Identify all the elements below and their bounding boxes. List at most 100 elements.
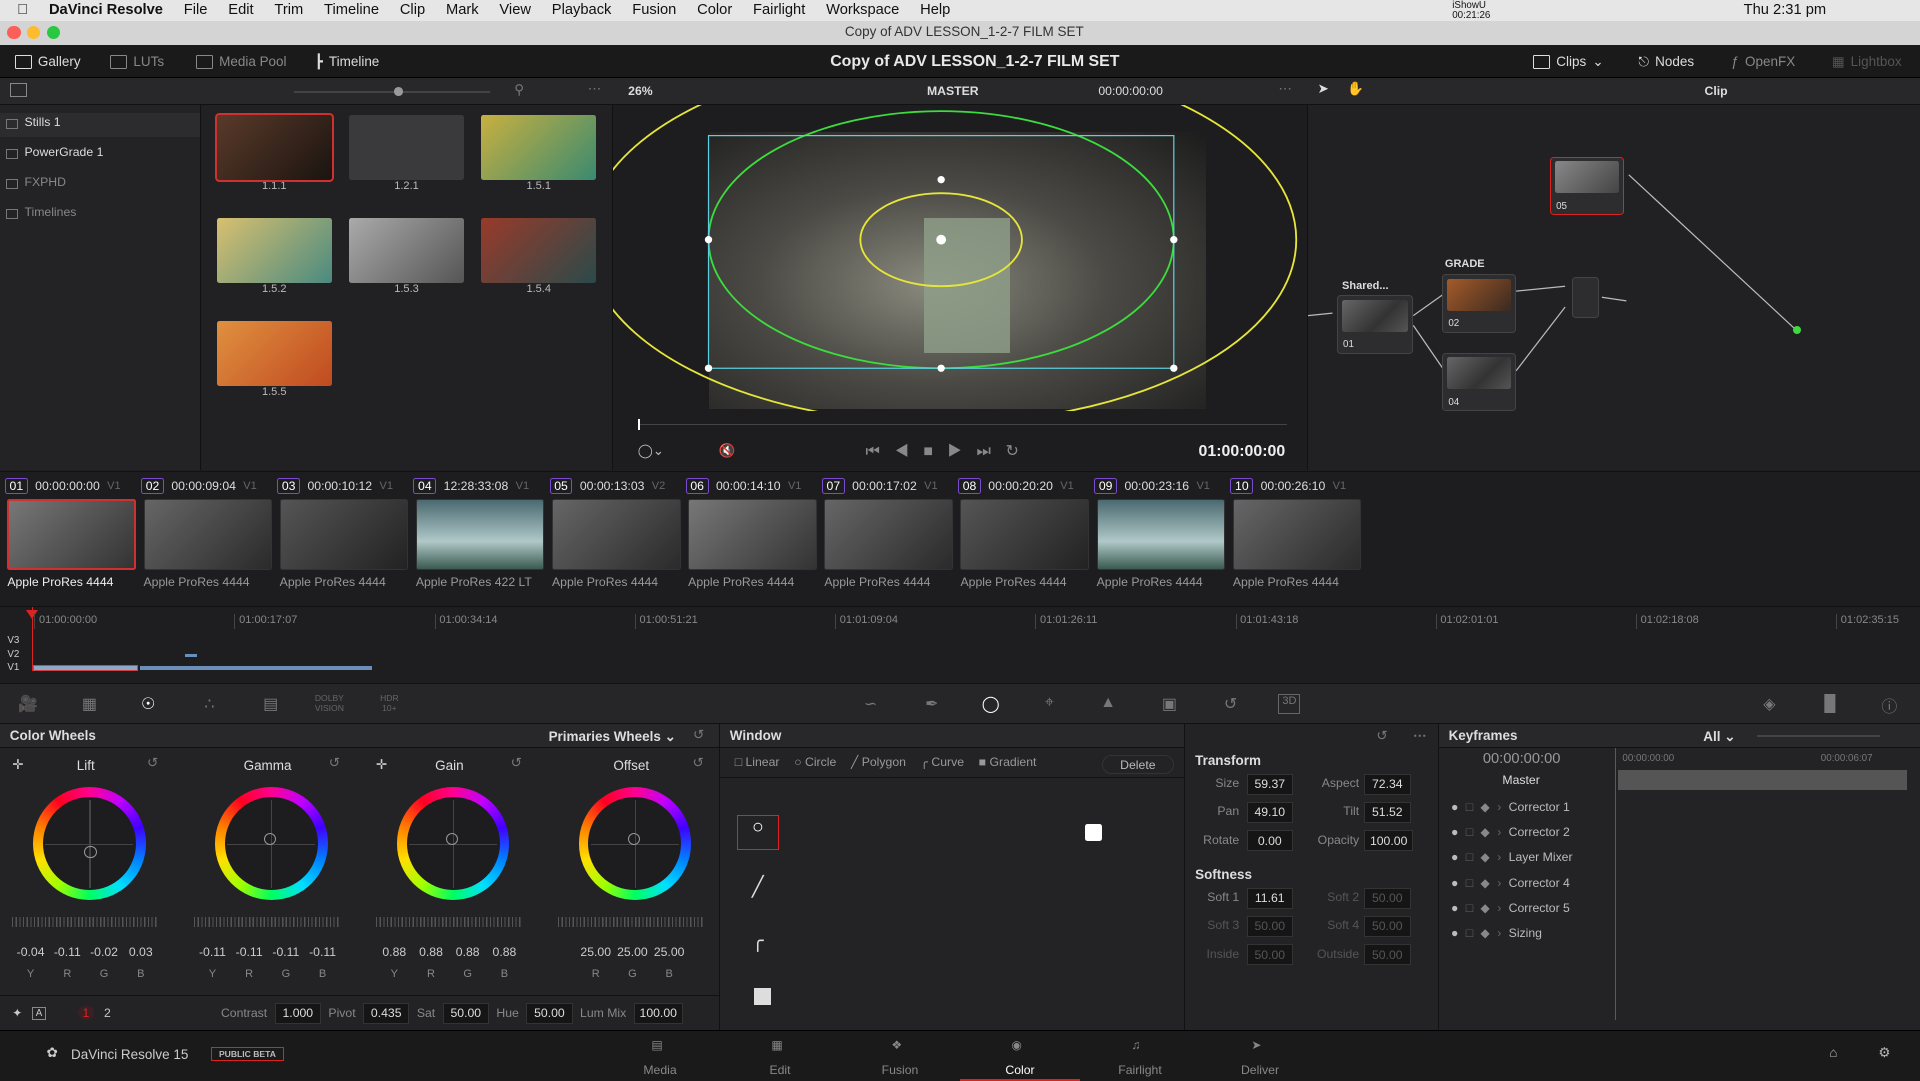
add-keyframe-icon[interactable]: ◆ xyxy=(1480,926,1489,940)
gamma-wheel[interactable] xyxy=(214,787,328,900)
hand-icon[interactable]: ✋ xyxy=(1347,81,1364,97)
add-keyframe-icon[interactable]: ◆ xyxy=(1480,800,1489,814)
keyframe-dot-icon[interactable]: ● xyxy=(1451,926,1458,940)
qualifier-icon[interactable]: ✒ xyxy=(921,694,943,714)
luts-button[interactable]: LUTs xyxy=(110,45,164,78)
clip-thumbnail-item[interactable]: Apple ProRes 4444 xyxy=(1232,499,1362,589)
wheel-value[interactable]: -0.02 xyxy=(86,945,123,959)
close-button[interactable] xyxy=(7,25,21,40)
menu-timeline[interactable]: Timeline xyxy=(324,2,379,18)
color-wheels-icon[interactable]: ☉ xyxy=(137,694,159,714)
wheel-value[interactable]: -0.04 xyxy=(12,945,49,959)
param-lum-mix-field[interactable]: 100.00 xyxy=(633,1002,683,1024)
page-fairlight[interactable]: ♫ Fairlight xyxy=(1080,1033,1200,1081)
still-item[interactable]: 1.1.1 xyxy=(214,113,334,192)
curves-icon[interactable]: ∽ xyxy=(860,694,882,714)
reset-all-icon[interactable]: ↺ xyxy=(693,727,704,743)
more-options-icon[interactable]: ⋯ xyxy=(588,81,601,97)
menu-app[interactable]: DaVinci Resolve xyxy=(49,2,163,18)
key-icon[interactable]: ▣ xyxy=(1158,694,1180,714)
motion-effects-icon[interactable]: ▤ xyxy=(260,694,282,714)
add-gradient-button[interactable]: ■ Gradient xyxy=(979,755,1037,769)
node-01[interactable]: 01 xyxy=(1337,295,1414,354)
linear-window-item[interactable]: ╱ xyxy=(752,875,764,899)
wheel-value[interactable]: 0.88 xyxy=(449,945,486,959)
keyframe-dot-icon[interactable]: ● xyxy=(1451,901,1458,915)
keyframe-dot-icon[interactable]: ● xyxy=(1451,800,1458,814)
still-item[interactable]: 1.5.5 xyxy=(216,320,332,398)
master-track[interactable] xyxy=(1617,770,1907,790)
zoom-button[interactable] xyxy=(46,25,60,40)
page-color[interactable]: ◉ Color xyxy=(960,1033,1080,1081)
menu-fusion[interactable]: Fusion xyxy=(632,2,676,18)
search-icon[interactable]: ⚲ xyxy=(514,82,524,98)
keyframe-row[interactable]: ● □ ◆ › Layer Mixer xyxy=(1439,845,1920,870)
lift-wheel[interactable] xyxy=(33,787,146,900)
master-wheel-slider[interactable] xyxy=(194,917,342,927)
aspect-field[interactable]: 72.34 xyxy=(1364,773,1411,795)
minimize-button[interactable] xyxy=(26,25,41,40)
wheel-handle[interactable] xyxy=(445,832,458,845)
add-polygon-button[interactable]: ╱ Polygon xyxy=(851,755,906,769)
master-wheel-slider[interactable] xyxy=(12,917,160,927)
page-2[interactable]: 2 xyxy=(104,1006,111,1020)
hdr-button[interactable]: HDR 10+ xyxy=(377,693,401,714)
add-keyframe-icon[interactable]: ◆ xyxy=(1480,850,1489,864)
still-item[interactable]: 1.5.4 xyxy=(481,217,597,295)
window-icon[interactable]: ◯ xyxy=(980,694,1002,714)
nodes-button[interactable]: ⎋ Nodes xyxy=(1638,45,1694,78)
master-wheel-slider[interactable] xyxy=(375,917,523,927)
keyframe-row[interactable]: ● □ ◆ › Corrector 1 xyxy=(1439,795,1920,820)
keyframe-row[interactable]: ● □ ◆ › Corrector 2 xyxy=(1439,820,1920,845)
color-match-icon[interactable]: ▦ xyxy=(78,694,100,714)
add-linear-button[interactable]: □ Linear xyxy=(735,755,780,769)
still-item[interactable]: 1.5.1 xyxy=(481,115,597,192)
expand-icon[interactable]: › xyxy=(1497,876,1501,890)
lightbox-button[interactable]: ▦ Lightbox xyxy=(1832,45,1902,78)
wheel-reset-icon[interactable]: ↺ xyxy=(511,755,522,771)
clip-thumbnail-item[interactable]: Apple ProRes 4444 xyxy=(279,499,409,589)
delete-button[interactable]: Delete xyxy=(1102,755,1174,774)
album-item[interactable]: Timelines xyxy=(0,203,200,227)
window-shape-icon[interactable]: ◯⌄ xyxy=(638,443,664,459)
thumb-size-slider[interactable] xyxy=(293,86,490,96)
clip-thumbnail-item[interactable]: Apple ProRes 422 LT xyxy=(415,499,545,589)
clips-button[interactable]: Clips ⌄ xyxy=(1533,45,1604,78)
offset-wheel[interactable] xyxy=(578,787,692,900)
node-04[interactable]: 04 xyxy=(1442,352,1516,412)
menu-trim[interactable]: Trim xyxy=(274,2,303,18)
lock-icon[interactable]: □ xyxy=(1466,800,1473,814)
page-media[interactable]: ▤ Media xyxy=(600,1033,720,1081)
wheels-mode-select[interactable]: Primaries Wheels ⌄ xyxy=(549,729,676,745)
mute-icon[interactable]: 🔇 xyxy=(719,443,736,459)
lock-icon[interactable]: □ xyxy=(1466,850,1473,864)
master-wheel-slider[interactable] xyxy=(557,917,705,927)
add-curve-button[interactable]: ╭ Curve xyxy=(921,755,964,769)
expand-icon[interactable]: › xyxy=(1497,825,1501,839)
menu-view[interactable]: View xyxy=(499,2,531,18)
opacity-field[interactable]: 100.00 xyxy=(1364,830,1414,852)
page-fusion[interactable]: ❖ Fusion xyxy=(840,1033,960,1081)
window-overlay[interactable] xyxy=(613,105,1309,412)
wheel-value[interactable]: -0.11 xyxy=(231,945,268,959)
sidebar-toggle-icon[interactable] xyxy=(9,83,27,97)
param-hue-field[interactable]: 50.00 xyxy=(526,1002,573,1024)
clip-thumbnail-item[interactable]: Apple ProRes 4444 xyxy=(552,499,681,589)
keyframes-icon[interactable]: ◈ xyxy=(1758,694,1780,714)
timeline-button[interactable]: ┣ Timeline xyxy=(315,45,380,78)
wheel-value[interactable]: 25.00 xyxy=(614,945,651,959)
lock-icon[interactable]: □ xyxy=(1466,901,1473,915)
param-sat-field[interactable]: 50.00 xyxy=(442,1002,490,1024)
camera-raw-icon[interactable]: 🎥 xyxy=(17,694,39,714)
settings-icon[interactable]: ⚙ xyxy=(1878,1045,1890,1061)
sizing-icon[interactable]: ↺ xyxy=(1220,694,1242,714)
menu-mark[interactable]: Mark xyxy=(446,2,479,18)
blur-icon[interactable]: ▲ xyxy=(1097,694,1119,714)
keyframe-filter[interactable]: All ⌄ xyxy=(1703,729,1735,745)
lock-icon[interactable]: □ xyxy=(1466,876,1473,890)
layer-mixer-node[interactable] xyxy=(1572,276,1600,319)
add-keyframe-icon[interactable]: ◆ xyxy=(1480,876,1489,890)
pointer-icon[interactable]: ➤ xyxy=(1318,81,1329,97)
album-item[interactable]: FXPHD xyxy=(0,173,200,197)
clip-thumbnail-item[interactable]: Apple ProRes 4444 xyxy=(960,499,1090,589)
